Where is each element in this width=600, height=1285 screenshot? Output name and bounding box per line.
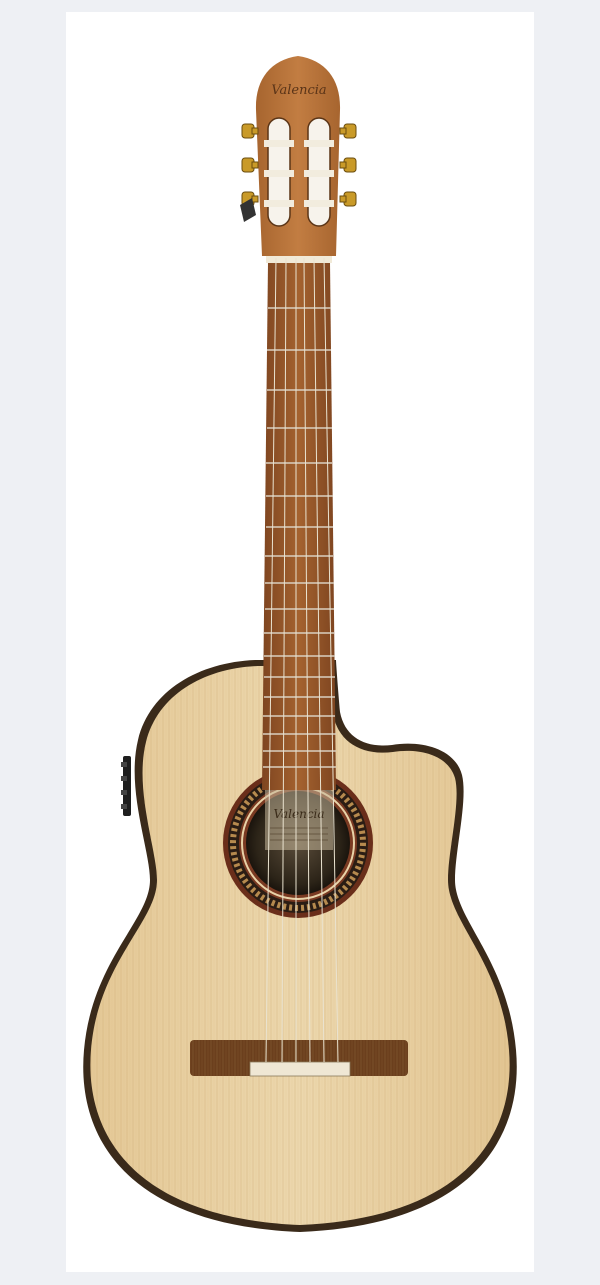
soundhole-label-text: Valencia <box>273 807 324 821</box>
guitar-bridge <box>190 1040 408 1077</box>
guitar-photo: Valencia Valencia <box>83 56 517 1232</box>
headstock-logo: Valencia <box>271 83 326 98</box>
preamp-controls <box>121 756 131 816</box>
soundhole-label: Valencia <box>265 790 333 850</box>
guitar-headstock: Valencia <box>255 56 341 256</box>
